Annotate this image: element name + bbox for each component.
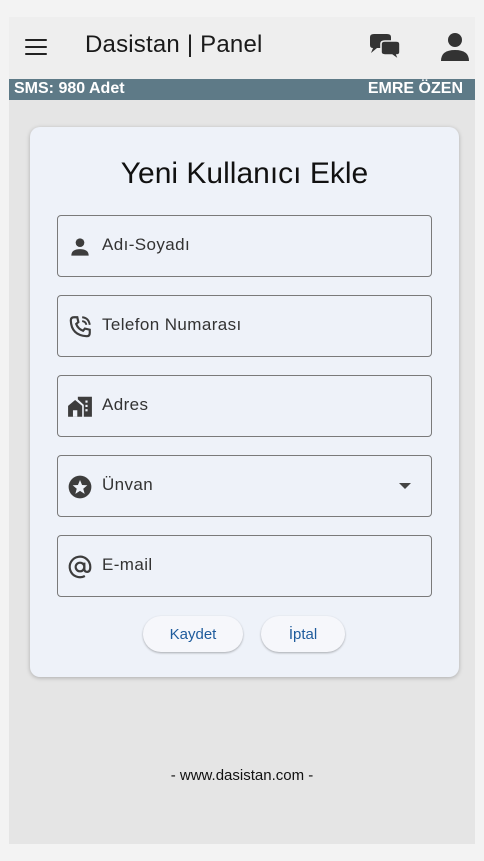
star-circle-icon bbox=[67, 474, 93, 500]
chat-bubbles-icon[interactable] bbox=[367, 33, 403, 63]
email-field-placeholder: E-mail bbox=[102, 555, 153, 574]
email-field[interactable]: E-mail bbox=[57, 535, 432, 597]
form-title: Yeni Kullanıcı Ekle bbox=[120, 157, 369, 190]
name-field[interactable]: Adı-Soyadı bbox=[57, 215, 432, 277]
user-name: EMRE ÖZEN bbox=[367, 80, 463, 97]
cancel-button[interactable]: İptal bbox=[261, 616, 345, 652]
home-work-icon bbox=[67, 394, 93, 420]
address-field-placeholder: Adres bbox=[102, 395, 149, 414]
dropdown-arrow-icon[interactable] bbox=[399, 483, 411, 489]
person-icon[interactable] bbox=[439, 31, 471, 63]
app-bar: Dasistan | Panel bbox=[9, 17, 475, 79]
person-icon bbox=[67, 234, 93, 260]
sms-count: SMS: 980 Adet bbox=[14, 80, 125, 97]
at-sign-icon bbox=[67, 554, 93, 580]
save-button[interactable]: Kaydet bbox=[143, 616, 243, 652]
status-bar: SMS: 980 Adet EMRE ÖZEN bbox=[9, 79, 475, 100]
footer-link[interactable]: - www.dasistan.com - bbox=[9, 767, 475, 784]
app-frame: Dasistan | Panel SMS: 980 Adet EMRE ÖZEN… bbox=[9, 17, 475, 844]
name-field-placeholder: Adı-Soyadı bbox=[102, 235, 191, 254]
phone-field[interactable]: Telefon Numarası bbox=[57, 295, 432, 357]
phone-field-placeholder: Telefon Numarası bbox=[102, 315, 242, 334]
address-field[interactable]: Adres bbox=[57, 375, 432, 437]
phone-icon bbox=[67, 314, 93, 340]
new-user-form-card: Yeni Kullanıcı Ekle Adı-Soyadı Telefon N… bbox=[30, 127, 459, 677]
title-select[interactable]: Ünvan bbox=[57, 455, 432, 517]
title-select-placeholder: Ünvan bbox=[102, 475, 154, 494]
app-title: Dasistan | Panel bbox=[85, 31, 263, 58]
hamburger-menu-icon[interactable] bbox=[25, 37, 47, 57]
